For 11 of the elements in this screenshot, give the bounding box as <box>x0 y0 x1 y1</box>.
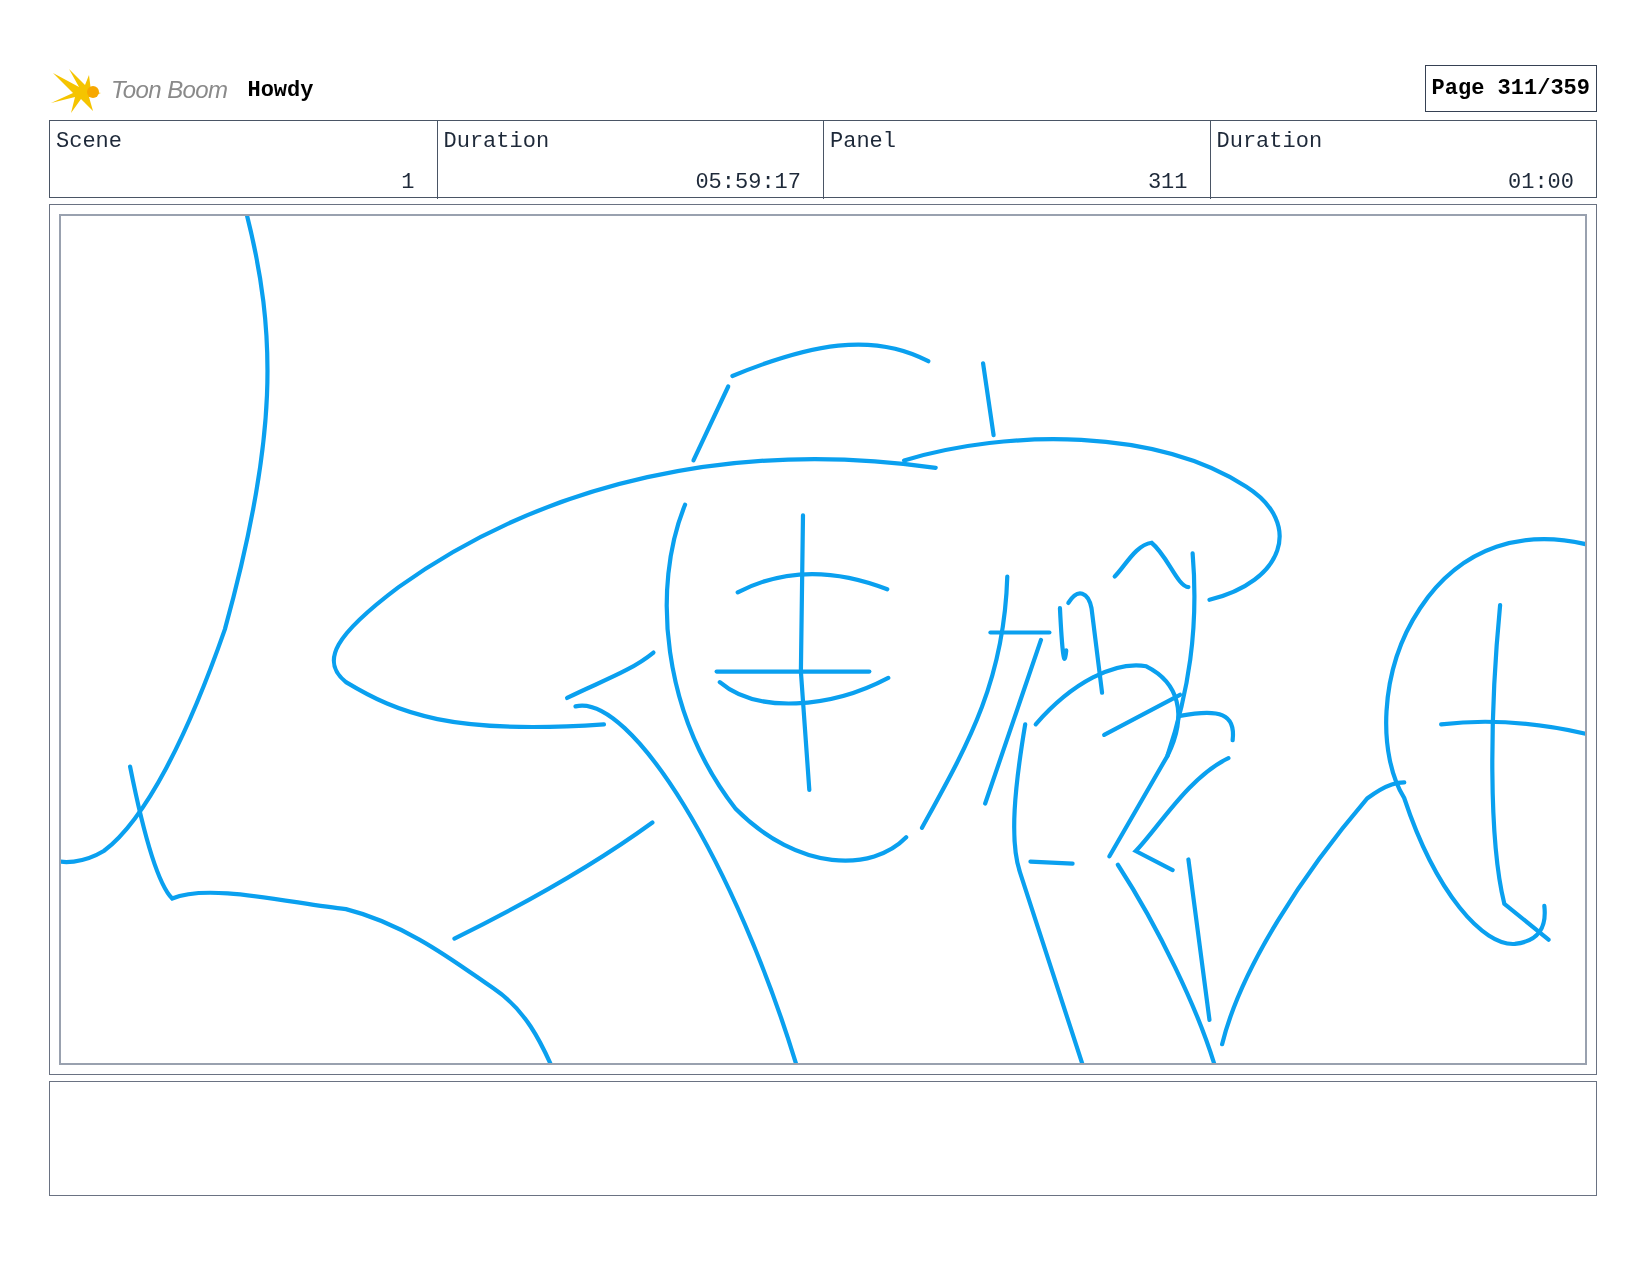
project-title: Howdy <box>247 76 314 105</box>
field-label: Duration <box>443 128 550 156</box>
field-label: Panel <box>830 128 896 156</box>
logo-text: Toon Boom <box>111 75 228 105</box>
field-label: Duration <box>1216 128 1323 156</box>
field-value: 311 <box>1146 169 1188 197</box>
field-label: Scene <box>56 128 122 156</box>
field-value: 01:00 <box>1507 169 1574 197</box>
field-value: 1 <box>400 169 415 197</box>
field-value: 05:59:17 <box>694 169 801 197</box>
page-number: Page 311/359 <box>1424 64 1597 112</box>
